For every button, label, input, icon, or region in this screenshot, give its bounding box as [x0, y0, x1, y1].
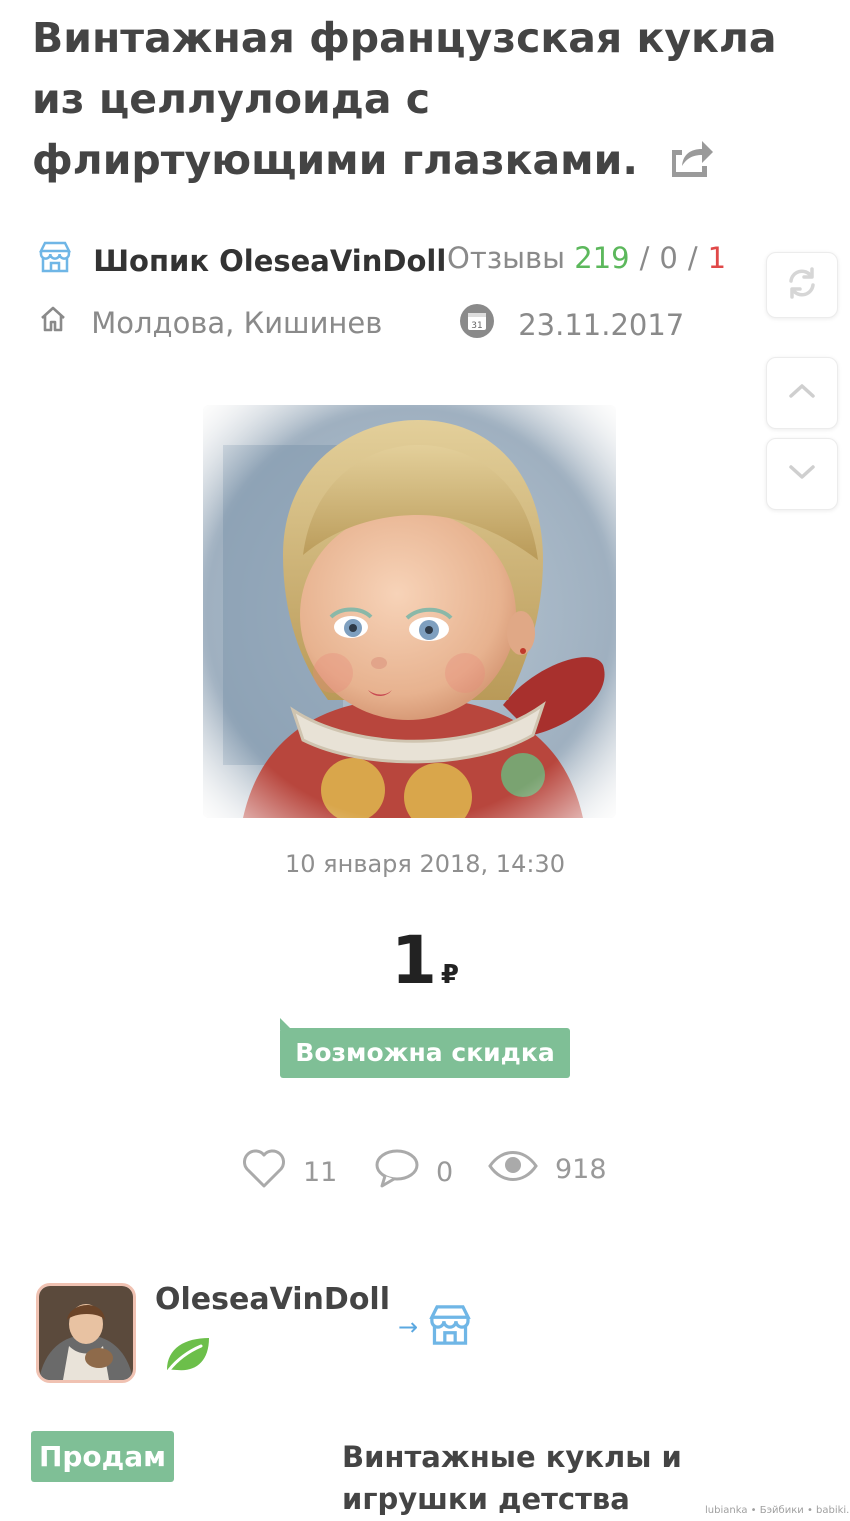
location: Молдова, Кишинев [38, 303, 382, 342]
shop-icon [428, 1303, 472, 1351]
listing-title-text: Винтажная французская кукла из целлулоид… [32, 14, 777, 184]
sell-tag[interactable]: Продам [31, 1431, 174, 1482]
reviews-summary[interactable]: Отзывы 219/0/1 [447, 240, 726, 276]
watermark: lubianka • Бэйбики • babiki.ru [705, 1505, 850, 1516]
leaf-icon [163, 1334, 211, 1378]
comments-stat[interactable]: 0 [374, 1148, 453, 1197]
seller-name[interactable]: OleseaVinDoll [155, 1282, 390, 1317]
price-currency: ₽ [440, 960, 460, 990]
calendar-day: 31 [471, 321, 482, 331]
listing-title: Винтажная французская кукла из целлулоид… [32, 8, 792, 195]
reviews-positive: 219 [574, 241, 630, 275]
comments-count: 0 [436, 1157, 454, 1188]
shop-icon [38, 240, 72, 282]
seller-avatar[interactable] [36, 1283, 136, 1383]
location-text: Молдова, Кишинев [91, 306, 383, 340]
arrow-icon: → [398, 1313, 419, 1341]
discount-badge: Возможна скидка [280, 1028, 570, 1078]
since-date: 23.11.2017 [518, 308, 685, 342]
likes-count: 11 [303, 1157, 338, 1188]
shop-since: 31 23.11.2017 [459, 303, 684, 347]
views-count: 918 [555, 1154, 607, 1185]
reviews-label: Отзывы [447, 241, 566, 275]
home-icon [38, 304, 68, 342]
chevron-down-icon [787, 462, 817, 486]
heart-icon[interactable] [241, 1148, 303, 1197]
eye-icon [487, 1148, 555, 1191]
chevron-up-icon [787, 381, 817, 405]
scroll-up-button[interactable] [766, 357, 838, 429]
product-photo[interactable] [203, 405, 616, 818]
scroll-down-button[interactable] [766, 438, 838, 510]
price: 1 ₽ [0, 922, 850, 999]
refresh-icon [783, 264, 821, 306]
reviews-neutral: 0 [659, 241, 678, 275]
shop-link[interactable]: Шопик OleseaVinDoll [38, 240, 446, 282]
refresh-button[interactable] [766, 252, 838, 318]
views-stat: 918 [487, 1148, 607, 1191]
shop-name[interactable]: Шопик OleseaVinDoll [93, 244, 446, 278]
comment-icon[interactable] [374, 1148, 436, 1197]
likes-stat[interactable]: 11 [241, 1148, 337, 1197]
reviews-negative: 1 [707, 241, 727, 275]
publication-date: 10 января 2018, 14:30 [285, 850, 565, 878]
price-value: 1 [390, 922, 437, 999]
share-icon[interactable] [668, 134, 714, 195]
calendar-icon: 31 [459, 303, 495, 347]
seller-shop-link[interactable]: → [398, 1303, 472, 1351]
